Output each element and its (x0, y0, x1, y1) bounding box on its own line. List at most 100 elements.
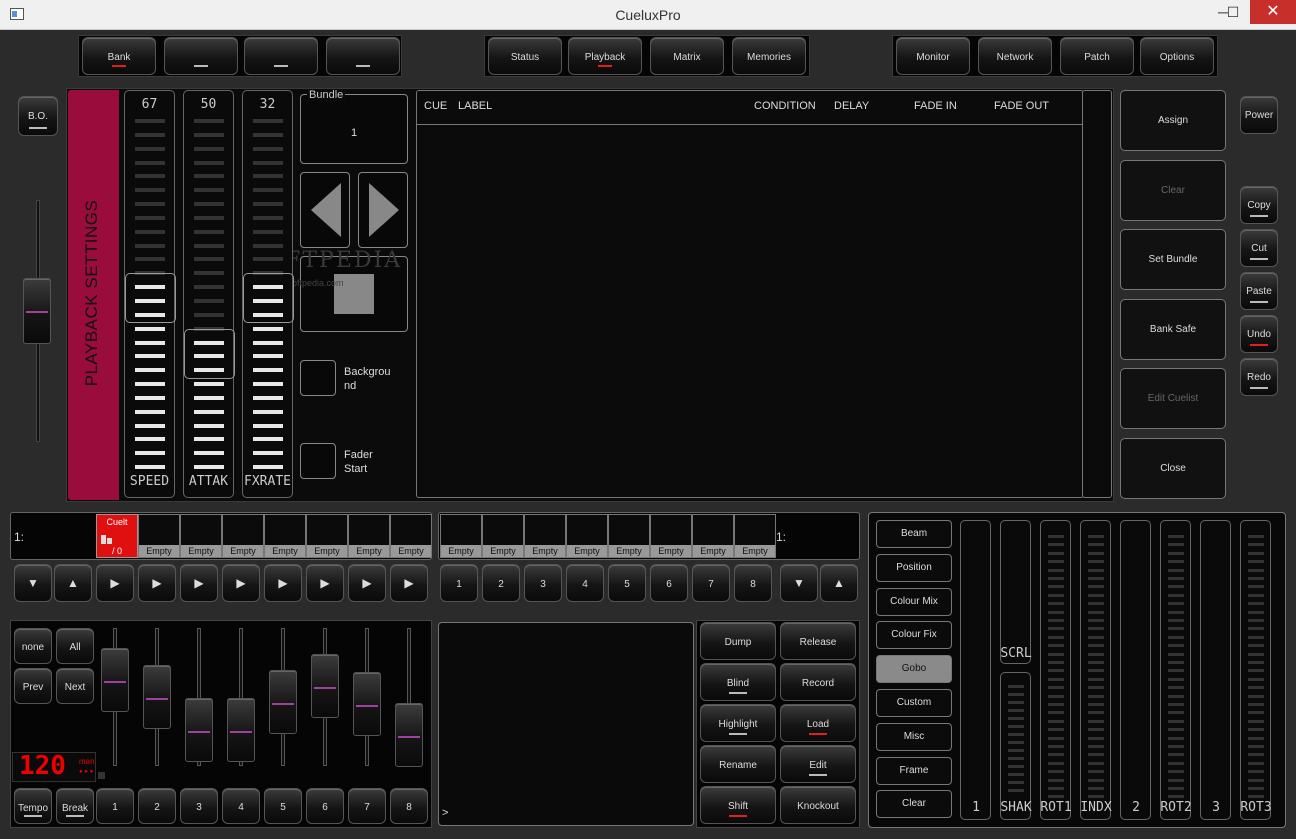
bank-up-button[interactable]: ▲ (54, 564, 92, 602)
shift-button[interactable]: Shift (700, 786, 776, 824)
playback-number-button[interactable]: 6 (650, 564, 688, 602)
fader-handle[interactable] (311, 653, 339, 718)
toolbar-playback-button[interactable]: Playback (568, 37, 642, 75)
close-button[interactable]: ✕ (1250, 0, 1296, 24)
fader-number-button[interactable]: 4 (222, 788, 260, 824)
undo-button[interactable]: Undo (1240, 315, 1278, 353)
fader-number-button[interactable]: 2 (138, 788, 176, 824)
fader-number-button[interactable]: 1 (96, 788, 134, 824)
playback-number-button[interactable]: 2 (482, 564, 520, 602)
break-button[interactable]: Break (56, 788, 94, 824)
action-edit-cuelist-button[interactable]: Edit Cuelist (1120, 368, 1226, 429)
knockout-button[interactable]: Knockout (780, 786, 856, 824)
playback-slot[interactable]: Empty (482, 514, 524, 558)
playback-slot[interactable]: Empty (524, 514, 566, 558)
highlight-button[interactable]: Highlight (700, 704, 776, 742)
power-button[interactable]: Power (1240, 96, 1278, 134)
playback-slot[interactable]: Empty (306, 514, 348, 558)
playback-number-button[interactable]: 3 (524, 564, 562, 602)
toolbar-blank-button[interactable] (164, 37, 238, 75)
bundle-box[interactable]: Bundle 1 (300, 89, 408, 164)
encoder-column[interactable] (1080, 520, 1111, 820)
playback-slot[interactable]: Empty (734, 514, 776, 558)
fader-number-button[interactable]: 3 (180, 788, 218, 824)
fader-handle[interactable] (227, 697, 255, 762)
go-button[interactable]: ▶ (96, 564, 134, 602)
setting-fader-speed[interactable]: 67 SPEED (124, 90, 176, 498)
fader-number-button[interactable]: 6 (306, 788, 344, 824)
rename-button[interactable]: Rename (700, 745, 776, 783)
dump-button[interactable]: Dump (700, 622, 776, 660)
go-button[interactable]: ▶ (180, 564, 218, 602)
record-button[interactable]: Record (780, 663, 856, 701)
blind-button[interactable]: Blind (700, 663, 776, 701)
fader-handle[interactable] (143, 664, 171, 729)
attr-group-custom[interactable]: Custom (876, 689, 952, 717)
encoder-top[interactable] (1000, 520, 1031, 664)
action-assign-button[interactable]: Assign (1120, 90, 1226, 151)
attr-group-position[interactable]: Position (876, 553, 952, 582)
attr-group-clear[interactable]: Clear (876, 790, 952, 819)
command-line[interactable]: > (438, 622, 694, 826)
playback-number-button[interactable]: 1 (440, 564, 478, 602)
copy-button[interactable]: Copy (1240, 186, 1278, 224)
encoder-column[interactable] (1200, 520, 1231, 820)
go-button[interactable]: ▶ (264, 564, 302, 602)
playback-slot[interactable]: Empty (608, 514, 650, 558)
select-none-button[interactable]: none (14, 628, 52, 664)
playback-slot[interactable]: Empty (566, 514, 608, 558)
action-bank-safe-button[interactable]: Bank Safe (1120, 298, 1226, 360)
attr-group-frame[interactable]: Frame (876, 756, 952, 785)
fader-start-checkbox[interactable] (300, 443, 336, 479)
next-button[interactable]: Next (56, 668, 94, 704)
fader-number-button[interactable]: 5 (264, 788, 302, 824)
paste-button[interactable]: Paste (1240, 272, 1278, 310)
setting-fader-attak[interactable]: 50 ATTAK (183, 90, 235, 498)
fader-handle[interactable] (353, 672, 381, 737)
fader-handle[interactable] (269, 670, 297, 734)
playback-slot[interactable]: Empty (138, 514, 180, 558)
tempo-button[interactable]: Tempo (14, 788, 52, 824)
go-button[interactable]: ▶ (138, 564, 176, 602)
fader-handle[interactable] (101, 648, 129, 712)
setting-fader-fxrate[interactable]: 32 FXRATE (242, 90, 294, 498)
blackout-button[interactable]: B.O. (18, 96, 58, 136)
cue-table-scrollbar[interactable] (1082, 90, 1112, 498)
attr-group-misc[interactable]: Misc (876, 722, 952, 751)
go-button[interactable]: ▶ (348, 564, 386, 602)
cut-button[interactable]: Cut (1240, 229, 1278, 267)
playback-number-button[interactable]: 7 (692, 564, 730, 602)
encoder-column[interactable] (1040, 520, 1071, 820)
prev-button[interactable]: Prev (14, 668, 52, 704)
action-clear-button[interactable]: Clear (1120, 159, 1226, 221)
playback-slot[interactable]: Empty (222, 514, 264, 558)
background-checkbox[interactable] (300, 360, 336, 396)
bank-down-button[interactable]: ▼ (14, 564, 52, 602)
playback-slot[interactable]: Empty (348, 514, 390, 558)
attr-group-colour-fix[interactable]: Colour Fix (876, 621, 952, 650)
bank-down-right-button[interactable]: ▼ (780, 564, 818, 602)
redo-button[interactable]: Redo (1240, 358, 1278, 396)
toolbar-patch-button[interactable]: Patch (1060, 37, 1134, 75)
toolbar-blank-button[interactable] (326, 37, 400, 75)
playback-slot[interactable]: Empty (264, 514, 306, 558)
edit-button[interactable]: Edit (780, 745, 856, 783)
playback-slot[interactable]: Empty (440, 514, 482, 558)
select-all-button[interactable]: All (56, 628, 94, 664)
encoder-column[interactable] (1240, 520, 1271, 820)
encoder-column[interactable] (1000, 672, 1031, 820)
playback-slot[interactable]: Empty (692, 514, 734, 558)
go-button[interactable]: ▶ (390, 564, 428, 602)
go-button[interactable]: ▶ (306, 564, 344, 602)
bank-up-right-button[interactable]: ▲ (820, 564, 858, 602)
go-button[interactable]: ▶ (222, 564, 260, 602)
playback-slot[interactable]: Empty (650, 514, 692, 558)
bundle-prev-button[interactable] (300, 172, 350, 248)
setting-fader-handle[interactable] (125, 273, 176, 324)
fader-number-button[interactable]: 7 (348, 788, 386, 824)
setting-fader-handle[interactable] (243, 273, 294, 324)
attr-group-colour-mix[interactable]: Colour Mix (876, 587, 952, 616)
playback-number-button[interactable]: 5 (608, 564, 646, 602)
toolbar-options-button[interactable]: Options (1140, 37, 1214, 75)
encoder-column[interactable] (1160, 520, 1191, 820)
